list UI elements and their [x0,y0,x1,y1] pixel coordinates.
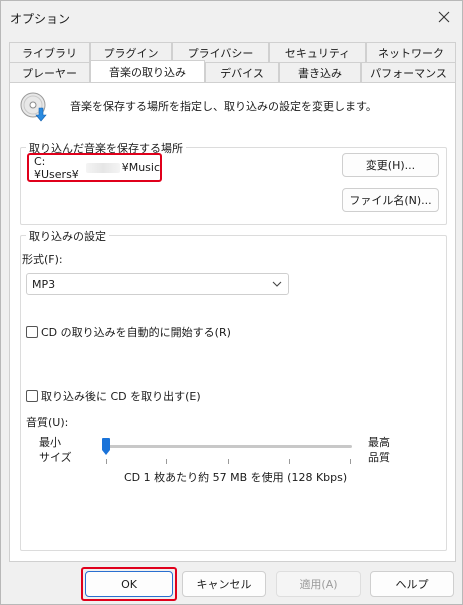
tab-label: プレーヤー [22,66,77,80]
tab-security[interactable]: セキュリティ [269,42,366,62]
eject-label: 取り込み後に CD を取り出す(E) [41,390,201,403]
tab-label: プライバシー [187,46,254,60]
close-button[interactable] [430,3,458,31]
options-dialog: オプション ライブラリ プラグイン プライバシー セキュリティ ネットワーク プ… [0,0,463,605]
tab-label: デバイス [220,66,264,80]
button-label: 変更(H)... [365,159,416,172]
checkbox-box[interactable] [26,326,38,338]
max-quality-label-line1: 最高 [368,436,390,449]
tab-performance[interactable]: パフォーマンス [361,62,456,82]
tab-privacy[interactable]: プライバシー [172,42,269,62]
tab-plugins[interactable]: プラグイン [90,42,172,62]
intro-text: 音楽を保存する場所を指定し、取り込みの設定を変更します。 [70,100,377,113]
tab-library[interactable]: ライブラリ [9,42,90,62]
chevron-down-icon [272,281,282,287]
tab-burn[interactable]: 書き込み [279,62,361,82]
button-label: OK [121,577,137,591]
format-value: MP3 [32,277,56,291]
tab-rip-music[interactable]: 音楽の取り込み [90,60,205,82]
quality-slider-track[interactable] [105,445,352,448]
format-label: 形式(F): [22,253,63,266]
slider-tick [289,459,290,464]
quality-description: CD 1 枚あたり約 57 MB を使用 (128 Kbps) [124,471,348,484]
slider-tick [228,459,229,464]
auto-rip-checkbox[interactable]: CD の取り込みを自動的に開始する(R) [26,324,231,340]
change-location-button[interactable]: 変更(H)... [342,153,439,177]
checkbox-box[interactable] [26,390,38,402]
quality-label: 音質(U): [26,416,69,429]
tab-network[interactable]: ネットワーク [366,42,456,62]
title-bar: オプション [1,1,462,33]
quality-slider-thumb[interactable] [102,438,110,456]
button-label: ファイル名(N)... [349,194,432,207]
auto-rip-label: CD の取り込みを自動的に開始する(R) [41,326,231,339]
apply-button[interactable]: 適用(A) [276,571,361,597]
max-quality-label-line2: 品質 [368,451,390,464]
tab-label: ネットワーク [378,46,444,60]
path-prefix: C:¥Users¥ [34,154,79,181]
tab-label: 音楽の取り込み [109,65,186,79]
min-size-label-line1: 最小 [39,436,61,449]
button-label: 適用(A) [299,578,338,591]
tab-player[interactable]: プレーヤー [9,62,90,82]
tab-label: 書き込み [298,66,342,80]
window-title: オプション [10,12,71,26]
slider-tick [166,459,167,464]
cd-rip-icon [20,92,47,122]
tab-label: プラグイン [103,46,159,60]
eject-checkbox[interactable]: 取り込み後に CD を取り出す(E) [26,388,201,404]
save-path: C:¥Users¥ ¥Music [27,153,162,182]
blurred-username [85,162,120,173]
tab-devices[interactable]: デバイス [205,62,279,82]
button-label: ヘルプ [395,578,429,591]
slider-tick [350,459,351,464]
tab-label: パフォーマンス [370,66,447,80]
help-button[interactable]: ヘルプ [370,571,454,597]
button-label: キャンセル [196,578,252,591]
rip-settings-title: 取り込みの設定 [26,228,109,244]
tab-label: ライブラリ [22,46,77,60]
close-icon [438,11,450,23]
cancel-button[interactable]: キャンセル [182,571,266,597]
min-size-label-line2: サイズ [39,451,72,464]
filename-button[interactable]: ファイル名(N)... [342,188,439,212]
format-select[interactable]: MP3 [26,273,289,295]
ok-button[interactable]: OK [85,571,173,597]
path-suffix: ¥Music [121,161,160,174]
tab-label: セキュリティ [284,46,351,60]
slider-tick [106,459,107,464]
